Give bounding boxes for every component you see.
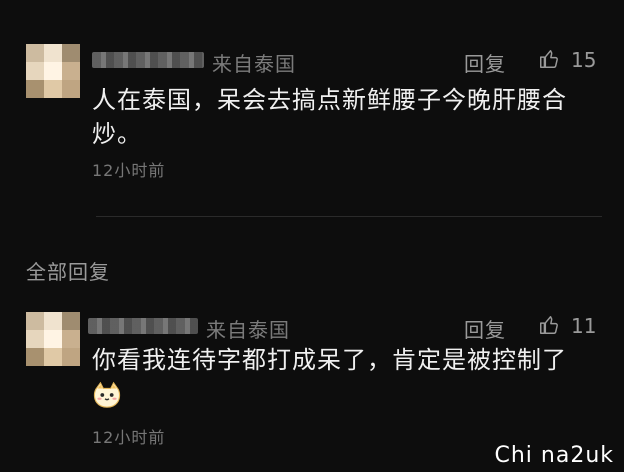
- comment-item: 来自泰国 回复 11 你看我连待字都打成呆了，肯定是被控制了 12小时前: [0, 0, 624, 472]
- avatar[interactable]: [26, 312, 80, 366]
- like-count: 11: [571, 314, 597, 338]
- thumbs-up-icon[interactable]: [538, 314, 560, 336]
- comment-text: 你看我连待字都打成呆了，肯定是被控制了: [92, 346, 567, 374]
- reply-button[interactable]: 回复: [464, 314, 506, 343]
- location-label: 来自泰国: [206, 318, 290, 342]
- timestamp: 12小时前: [92, 428, 166, 447]
- username-blurred[interactable]: [88, 318, 198, 334]
- cat-face-emoji-icon: [93, 381, 121, 408]
- watermark: Chi na2uk: [494, 443, 614, 468]
